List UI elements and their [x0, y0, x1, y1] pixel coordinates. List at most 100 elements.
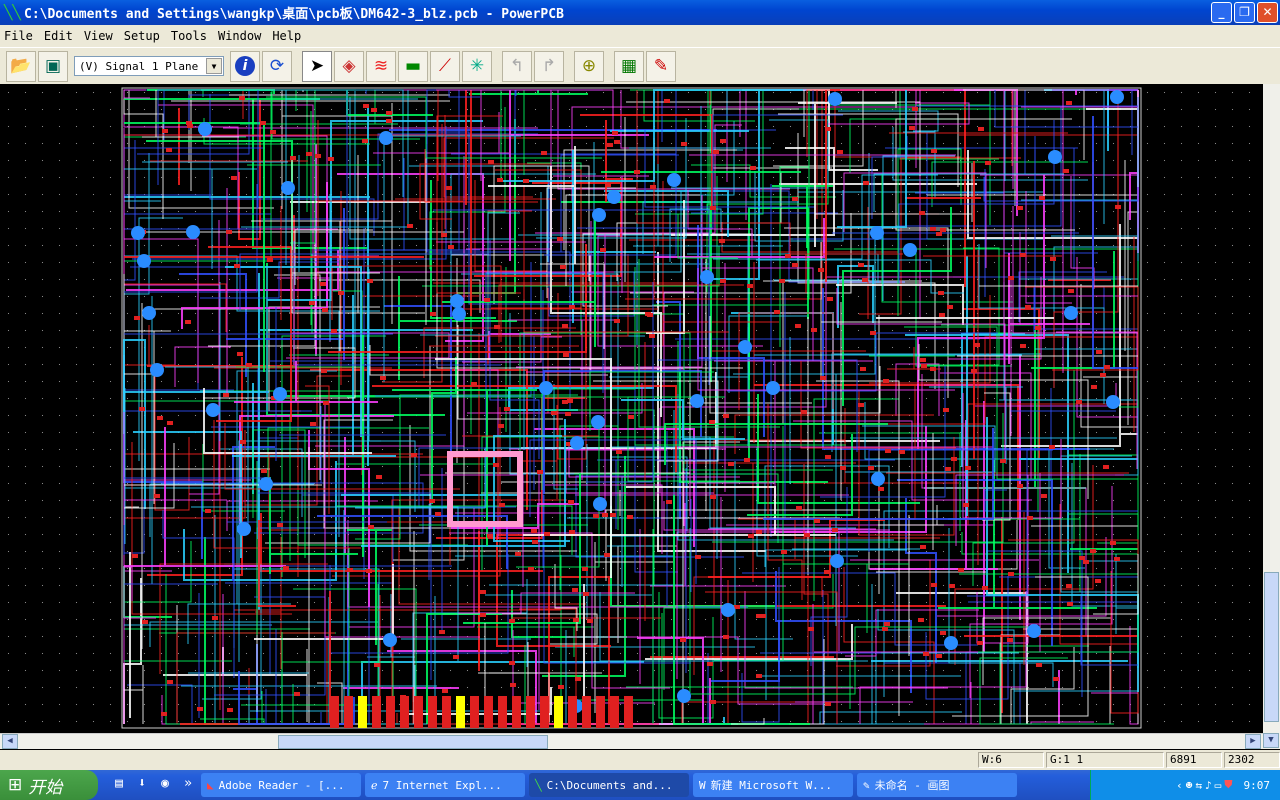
menu-file[interactable]: File: [4, 29, 33, 43]
tray-qq-icon[interactable]: ☻: [1186, 779, 1193, 792]
show-desktop-icon[interactable]: ▤: [110, 776, 128, 794]
pour-manager-icon[interactable]: ▦: [614, 50, 644, 82]
title-bar: ╲╲ C:\Documents and Settings\wangkp\桌面\p…: [0, 0, 1280, 25]
save-icon[interactable]: ▣: [38, 50, 68, 82]
smd-pad: [862, 278, 868, 282]
through-hole-pad: [570, 436, 584, 450]
edge-connector-finger: [526, 696, 535, 728]
pcb-trace: [1068, 454, 1139, 551]
dimension-toolbar-icon[interactable]: ▬: [398, 50, 428, 82]
eco-toolbar-icon[interactable]: ⟋: [430, 50, 460, 82]
menu-edit[interactable]: Edit: [44, 29, 73, 43]
smd-pad: [781, 550, 787, 554]
start-button[interactable]: ⊞ 开始: [0, 770, 98, 800]
close-button[interactable]: ✕: [1257, 2, 1278, 23]
smd-pad: [309, 301, 315, 305]
info-icon[interactable]: i: [230, 50, 260, 82]
vertical-scrollbar[interactable]: ▼: [1263, 84, 1280, 749]
smd-pad: [439, 630, 445, 634]
through-hole-pad: [539, 381, 553, 395]
smd-pad: [480, 613, 486, 617]
edge-connector-finger: [442, 696, 451, 728]
undo-icon[interactable]: ↰: [502, 50, 532, 82]
tray-network-icon[interactable]: ⇆: [1195, 779, 1202, 792]
smd-pad: [614, 140, 620, 144]
tray-chevron-icon[interactable]: ‹: [1176, 779, 1183, 792]
more-chevron-icon[interactable]: »: [179, 776, 197, 794]
task-label: Adobe Reader - [...: [218, 778, 345, 792]
windows-logo-icon: ⊞: [8, 775, 23, 795]
smd-pad: [1049, 445, 1055, 449]
through-hole-pad: [870, 226, 884, 240]
horizontal-scroll-thumb[interactable]: [278, 735, 548, 749]
smd-pad: [744, 458, 750, 462]
smd-pad: [366, 569, 372, 573]
scroll-left-arrow-icon[interactable]: ◀: [2, 734, 18, 749]
minimize-button[interactable]: _: [1211, 2, 1232, 23]
smd-pad: [374, 663, 380, 667]
pcb-trace: [1009, 410, 1116, 504]
drafting-icon[interactable]: ✎: [646, 50, 676, 82]
refresh-icon[interactable]: ⟳: [262, 50, 292, 82]
tray-volume-icon[interactable]: ♪: [1205, 779, 1212, 792]
status-y: 2302: [1224, 752, 1280, 768]
menu-help[interactable]: Help: [272, 29, 301, 43]
pcb-canvas[interactable]: [0, 84, 1263, 733]
system-tray: ‹ ☻ ⇆ ♪ ▭ ⛊ 9:07: [1090, 770, 1280, 800]
tray-monitor-icon[interactable]: ▭: [1215, 779, 1222, 792]
smd-pad: [430, 312, 436, 316]
pcb-trace: [367, 594, 415, 658]
download-icon[interactable]: ⬇: [133, 776, 151, 794]
menu-setup[interactable]: Setup: [124, 29, 160, 43]
smd-pad: [569, 530, 575, 534]
smd-pad: [493, 463, 499, 467]
media-player-icon[interactable]: ◉: [156, 776, 174, 794]
smd-pad: [267, 258, 273, 262]
route-toolbar-icon[interactable]: ≋: [366, 50, 396, 82]
vertical-scroll-thumb[interactable]: [1264, 572, 1279, 722]
redo-icon[interactable]: ↱: [534, 50, 564, 82]
menu-window[interactable]: Window: [218, 29, 261, 43]
smd-pad: [1110, 541, 1116, 545]
smd-pad: [139, 407, 145, 411]
design-toolbar-icon[interactable]: ◈: [334, 50, 364, 82]
status-x: 6891: [1166, 752, 1222, 768]
task-adobe-reader[interactable]: ◣ Adobe Reader - [...: [201, 773, 361, 797]
adobe-icon: ◣: [207, 778, 214, 792]
smd-pad: [1000, 459, 1006, 463]
zoom-icon[interactable]: ⊕: [574, 50, 604, 82]
select-arrow-icon[interactable]: ➤: [302, 50, 332, 82]
through-hole-pad: [379, 131, 393, 145]
smd-pad: [912, 107, 918, 111]
bga-toolbar-icon[interactable]: ✳: [462, 50, 492, 82]
through-hole-pad: [766, 381, 780, 395]
horizontal-scrollbar[interactable]: ◀ ▶: [0, 733, 1263, 749]
pcb-trace: [1092, 116, 1138, 369]
menu-tools[interactable]: Tools: [171, 29, 207, 43]
layer-select[interactable]: (V) Signal 1 Plane ▼: [74, 56, 224, 76]
task-internet-explorer[interactable]: ℯ 7 Internet Expl...: [365, 773, 525, 797]
tray-security-icon[interactable]: ⛊: [1224, 778, 1232, 792]
chevron-down-icon[interactable]: ▼: [206, 58, 222, 74]
restore-button[interactable]: ❐: [1234, 2, 1255, 23]
scroll-down-arrow-icon[interactable]: ▼: [1263, 733, 1279, 748]
edge-connector-finger: [484, 696, 493, 728]
smd-pad: [528, 567, 534, 571]
task-word[interactable]: W 新建 Microsoft W...: [693, 773, 853, 797]
smd-pad: [949, 584, 955, 588]
smd-pad: [338, 291, 344, 295]
smd-pad: [569, 305, 575, 309]
smd-pad: [487, 534, 493, 538]
open-icon[interactable]: 📂: [6, 50, 36, 82]
smd-pad: [290, 156, 296, 160]
scroll-right-arrow-icon[interactable]: ▶: [1245, 734, 1261, 749]
smd-pad: [167, 680, 173, 684]
pcb-trace: [741, 567, 780, 723]
task-paint[interactable]: ✎ 未命名 - 画图: [857, 773, 1017, 797]
pcb-trace: [963, 89, 1085, 160]
smd-pad: [509, 619, 515, 623]
through-hole-pad: [131, 226, 145, 240]
task-powerpcb[interactable]: ╲ C:\Documents and...: [529, 773, 689, 797]
menu-view[interactable]: View: [84, 29, 113, 43]
smd-pad: [1036, 663, 1042, 667]
